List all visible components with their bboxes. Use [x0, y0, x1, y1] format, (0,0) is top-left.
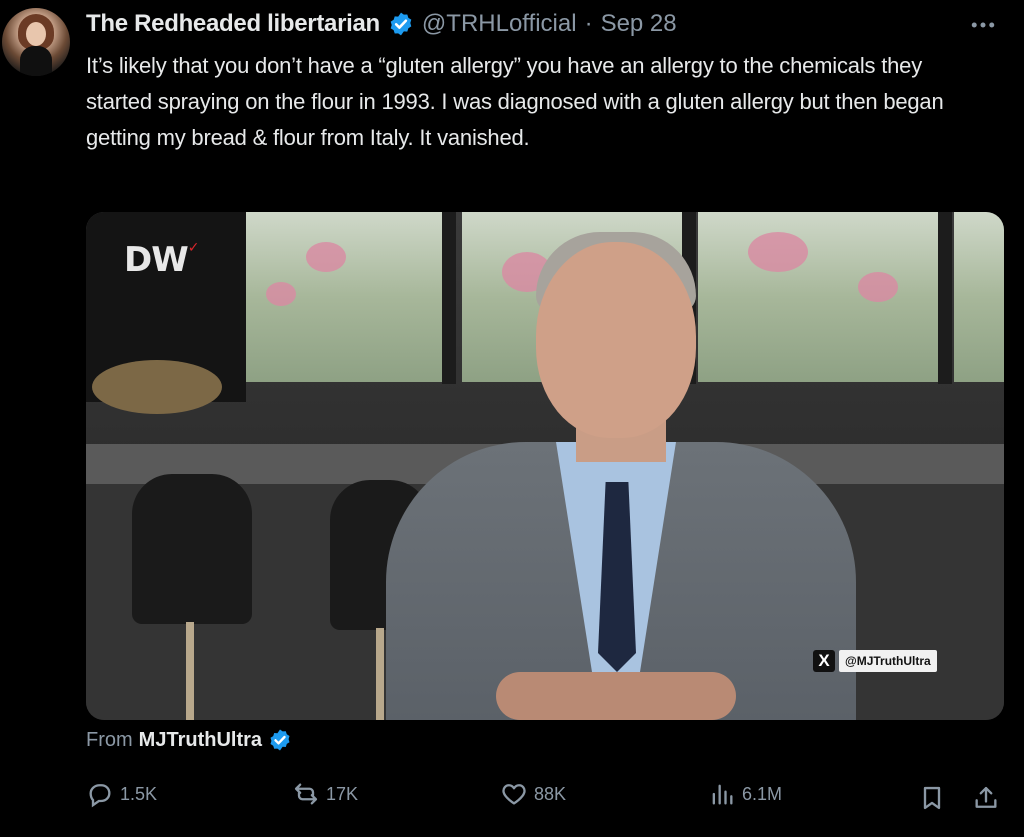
share-button[interactable]: [972, 784, 1000, 812]
views-button[interactable]: 6.1M: [708, 780, 782, 808]
x-logo-icon: X: [813, 650, 835, 672]
action-bar: 1.5K 17K 88K 6.1M: [86, 780, 1004, 818]
post-date[interactable]: Sep 28: [601, 10, 677, 38]
view-count: 6.1M: [742, 783, 783, 804]
repost-count: 17K: [326, 783, 359, 804]
tweet-text: It’s likely that you don’t have a “glute…: [86, 53, 944, 150]
repost-icon: [294, 783, 318, 805]
more-options-icon[interactable]: [968, 10, 998, 47]
share-icon: [975, 786, 997, 808]
video-attribution: From MJTruthUltra: [86, 728, 292, 752]
repost-button[interactable]: 17K: [292, 780, 358, 808]
video-watermark: X @MJTruthUltra: [813, 650, 937, 672]
verified-badge-icon: [270, 729, 290, 751]
reply-count: 1.5K: [120, 783, 158, 804]
heart-icon: [502, 784, 526, 805]
avatar[interactable]: [2, 8, 70, 76]
like-count: 88K: [534, 783, 567, 804]
video-subject: [386, 232, 856, 720]
like-button[interactable]: 88K: [500, 780, 566, 808]
author-name[interactable]: The Redheaded libertarian: [86, 10, 380, 38]
reply-button[interactable]: 1.5K: [86, 780, 157, 808]
bookmark-button[interactable]: [918, 784, 946, 812]
tweet-header: The Redheaded libertarian @TRHLofficial …: [86, 8, 677, 40]
bookmark-icon: [923, 786, 941, 810]
separator-dot: ·: [584, 10, 593, 37]
author-handle[interactable]: @TRHLofficial: [422, 10, 577, 38]
from-label: From: [86, 728, 133, 751]
source-account-link[interactable]: MJTruthUltra: [139, 729, 262, 752]
tweet: The Redheaded libertarian @TRHLofficial …: [0, 0, 1024, 837]
views-chart-icon: [712, 784, 733, 805]
reply-icon: [89, 784, 111, 808]
channel-logo: DW✓: [124, 240, 199, 280]
verified-badge-icon: [390, 12, 412, 36]
watermark-handle: @MJTruthUltra: [839, 650, 937, 672]
video-player[interactable]: DW✓ X @MJTruthUltra: [86, 212, 1004, 720]
